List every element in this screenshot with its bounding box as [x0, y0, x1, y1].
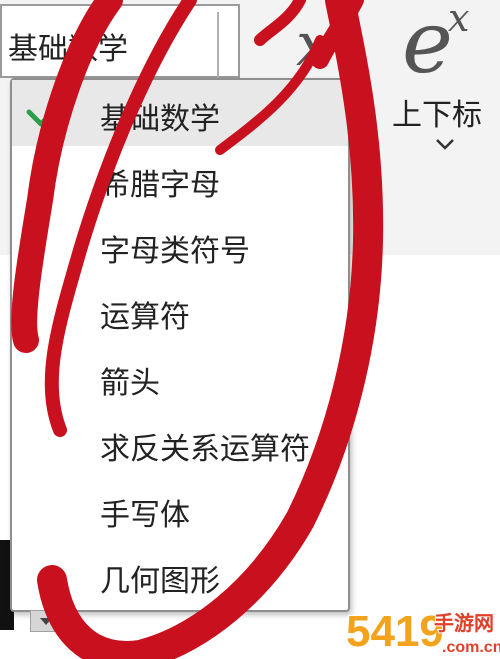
menu-item-arrows[interactable]: 箭头	[12, 344, 348, 410]
script-tool-label: 上下标	[392, 98, 482, 133]
scroll-down-button[interactable]	[30, 610, 62, 632]
menu-item-label: 求反关系运算符	[100, 432, 310, 467]
symbol-category-menu: 基础数学 希腊字母 字母类符号 运算符 箭头 求反关系运算符 手写体 几何图形	[10, 78, 350, 612]
menu-item-basic-math[interactable]: 基础数学	[12, 80, 348, 146]
symbol-category-value: 基础数学	[8, 32, 128, 67]
menu-item-label: 运算符	[100, 300, 190, 335]
svg-text:手游网: 手游网	[434, 611, 494, 635]
chevron-down-icon[interactable]	[434, 134, 456, 154]
script-icon-base: e	[402, 0, 453, 93]
menu-item-operators[interactable]: 运算符	[12, 278, 348, 344]
menu-item-label: 基础数学	[100, 102, 220, 137]
menu-item-greek-letters[interactable]: 希腊字母	[12, 146, 348, 212]
menu-item-geometry[interactable]: 几何图形	[12, 542, 348, 608]
menu-item-label: 箭头	[100, 366, 160, 401]
checkmark-icon	[26, 95, 69, 127]
script-icon-sup: x	[448, 0, 470, 40]
menu-item-label: 手写体	[100, 498, 190, 533]
menu-item-negated-relations[interactable]: 求反关系运算符	[12, 410, 348, 476]
svg-text:5419: 5419	[346, 607, 444, 656]
menu-item-scripts[interactable]: 手写体	[12, 476, 348, 542]
menu-item-letterlike-symbols[interactable]: 字母类符号	[12, 212, 348, 278]
select-divider	[217, 12, 219, 78]
site-watermark-logo: 5419 手游网 .com.cn	[346, 606, 500, 657]
svg-text:.com.cn: .com.cn	[442, 639, 500, 656]
menu-item-label: 几何图形	[100, 564, 220, 599]
radical-tool-glyph[interactable]: x	[296, 10, 330, 80]
menu-item-label: 字母类符号	[100, 234, 250, 269]
triangle-down-icon	[40, 618, 52, 625]
symbol-category-select[interactable]: 基础数学	[0, 4, 240, 78]
menu-item-label: 希腊字母	[100, 168, 220, 203]
